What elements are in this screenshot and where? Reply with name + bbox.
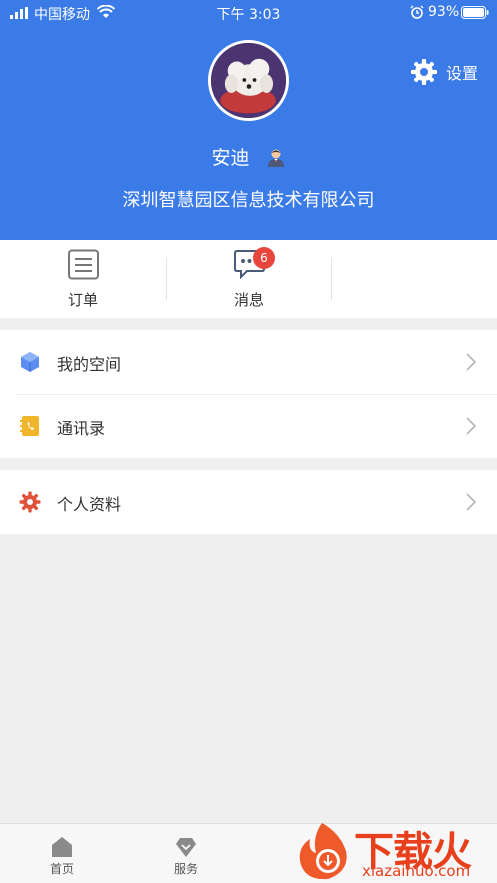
nav-services-label: 服务 <box>173 862 198 876</box>
menu-group-1: 我的空间 通讯录 <box>0 330 497 458</box>
battery-percent: 93% <box>428 4 460 20</box>
menu-label: 我的空间 <box>57 355 122 374</box>
status-bar: 中国移动 下午 3:03 93% <box>0 0 497 26</box>
dog-avatar-image <box>211 43 286 118</box>
alarm-icon <box>410 5 424 19</box>
messages-label: 消息 <box>233 291 264 309</box>
nav-home[interactable]: 首页 <box>0 824 124 883</box>
home-icon <box>52 837 72 857</box>
watermark: 下载火 xiazaihuo.com <box>290 815 497 883</box>
gear-icon <box>411 59 437 85</box>
menu-item-contacts[interactable]: 通讯录 <box>0 394 497 458</box>
menu-group-2: 个人资料 <box>0 470 497 534</box>
profile-header: 中国移动 下午 3:03 93% 设置 安迪 深圳智慧园区信息技术有限公司 <box>0 0 497 240</box>
menu-item-my-space[interactable]: 我的空间 <box>0 330 497 394</box>
chevron-right-icon <box>466 353 477 371</box>
chevron-right-icon <box>466 493 477 511</box>
nav-services[interactable]: 服务 <box>124 824 248 883</box>
quick-tabs: 订单 消息 <box>0 240 497 318</box>
user-name: 安迪 <box>211 147 250 169</box>
avatar[interactable] <box>208 40 289 121</box>
orders-icon <box>68 249 99 280</box>
menu-item-profile[interactable]: 个人资料 <box>0 470 497 534</box>
messages-badge: 6 <box>253 247 275 269</box>
tab-divider <box>331 258 332 300</box>
businessman-icon <box>267 149 284 167</box>
nav-home-label: 首页 <box>49 862 74 876</box>
diamond-icon <box>176 838 196 857</box>
flame-logo-icon <box>299 823 347 880</box>
contacts-icon <box>20 416 39 436</box>
orders-label: 订单 <box>67 291 98 309</box>
company-name: 深圳智慧园区信息技术有限公司 <box>122 190 375 211</box>
menu-label: 通讯录 <box>57 419 106 438</box>
user-name-row: 安迪 <box>0 143 497 170</box>
messages-tab[interactable]: 消息 <box>166 240 332 318</box>
watermark-url: xiazaihuo.com <box>362 862 471 880</box>
battery-icon <box>461 6 489 19</box>
settings-button[interactable]: 设置 <box>410 58 478 86</box>
orders-tab[interactable]: 订单 <box>0 240 166 318</box>
chevron-right-icon <box>466 417 477 435</box>
cube-icon <box>21 352 39 372</box>
menu-label: 个人资料 <box>57 495 122 514</box>
gear-icon <box>19 491 41 513</box>
settings-label: 设置 <box>446 64 479 83</box>
